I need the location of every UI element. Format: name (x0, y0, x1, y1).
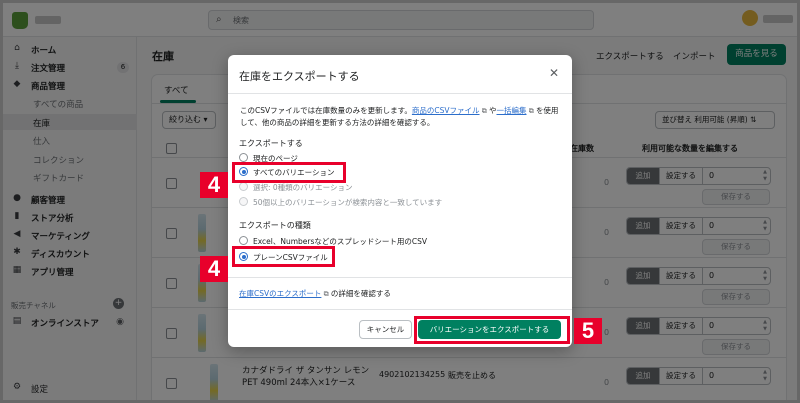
divider (228, 93, 572, 94)
step-badge-5: 5 (574, 318, 602, 344)
external-link-icon: ⧉ (479, 107, 489, 115)
product-csv-link[interactable]: 商品のCSVファイル (412, 106, 480, 115)
external-link-icon: ⧉ (526, 107, 536, 115)
radio-label: 選択: 0種類のバリエーション (253, 183, 353, 192)
highlight-all-variants (232, 162, 346, 183)
export-type-label: エクスポートの種類 (239, 221, 311, 230)
highlight-export-button (414, 316, 570, 344)
radio-label: 50個以上のバリエーションが検索内容と一致しています (253, 198, 443, 207)
step-badge-4: 4 (200, 172, 228, 198)
radio-button[interactable] (239, 153, 248, 162)
radio-button[interactable] (239, 236, 248, 245)
help-text: 在庫CSVのエクスポート ⧉ の詳細を確認する (239, 288, 391, 299)
desc-text: このCSVファイルでは在庫数量のみを更新します。 (240, 106, 412, 115)
divider (228, 309, 572, 310)
modal-description: このCSVファイルでは在庫数量のみを更新します。商品のCSVファイル ⧉ や一括… (240, 105, 560, 129)
radio-button (239, 182, 248, 191)
help-text-suffix: の詳細を確認する (330, 289, 391, 298)
highlight-plain-csv (232, 246, 335, 267)
bulk-edit-link[interactable]: 一括編集 (496, 106, 526, 115)
export-section-label: エクスポートする (239, 139, 303, 148)
external-link-icon: ⧉ (321, 290, 331, 298)
close-icon[interactable]: ✕ (549, 66, 559, 80)
export-inventory-modal: 在庫をエクスポートする ✕ このCSVファイルでは在庫数量のみを更新します。商品… (228, 55, 572, 347)
inventory-csv-help-link[interactable]: 在庫CSVのエクスポート (239, 289, 321, 298)
step-badge-4: 4 (200, 256, 228, 282)
modal-title: 在庫をエクスポートする (239, 70, 360, 83)
divider (228, 277, 572, 278)
cancel-button[interactable]: キャンセル (359, 320, 412, 339)
radio-button (239, 197, 248, 206)
